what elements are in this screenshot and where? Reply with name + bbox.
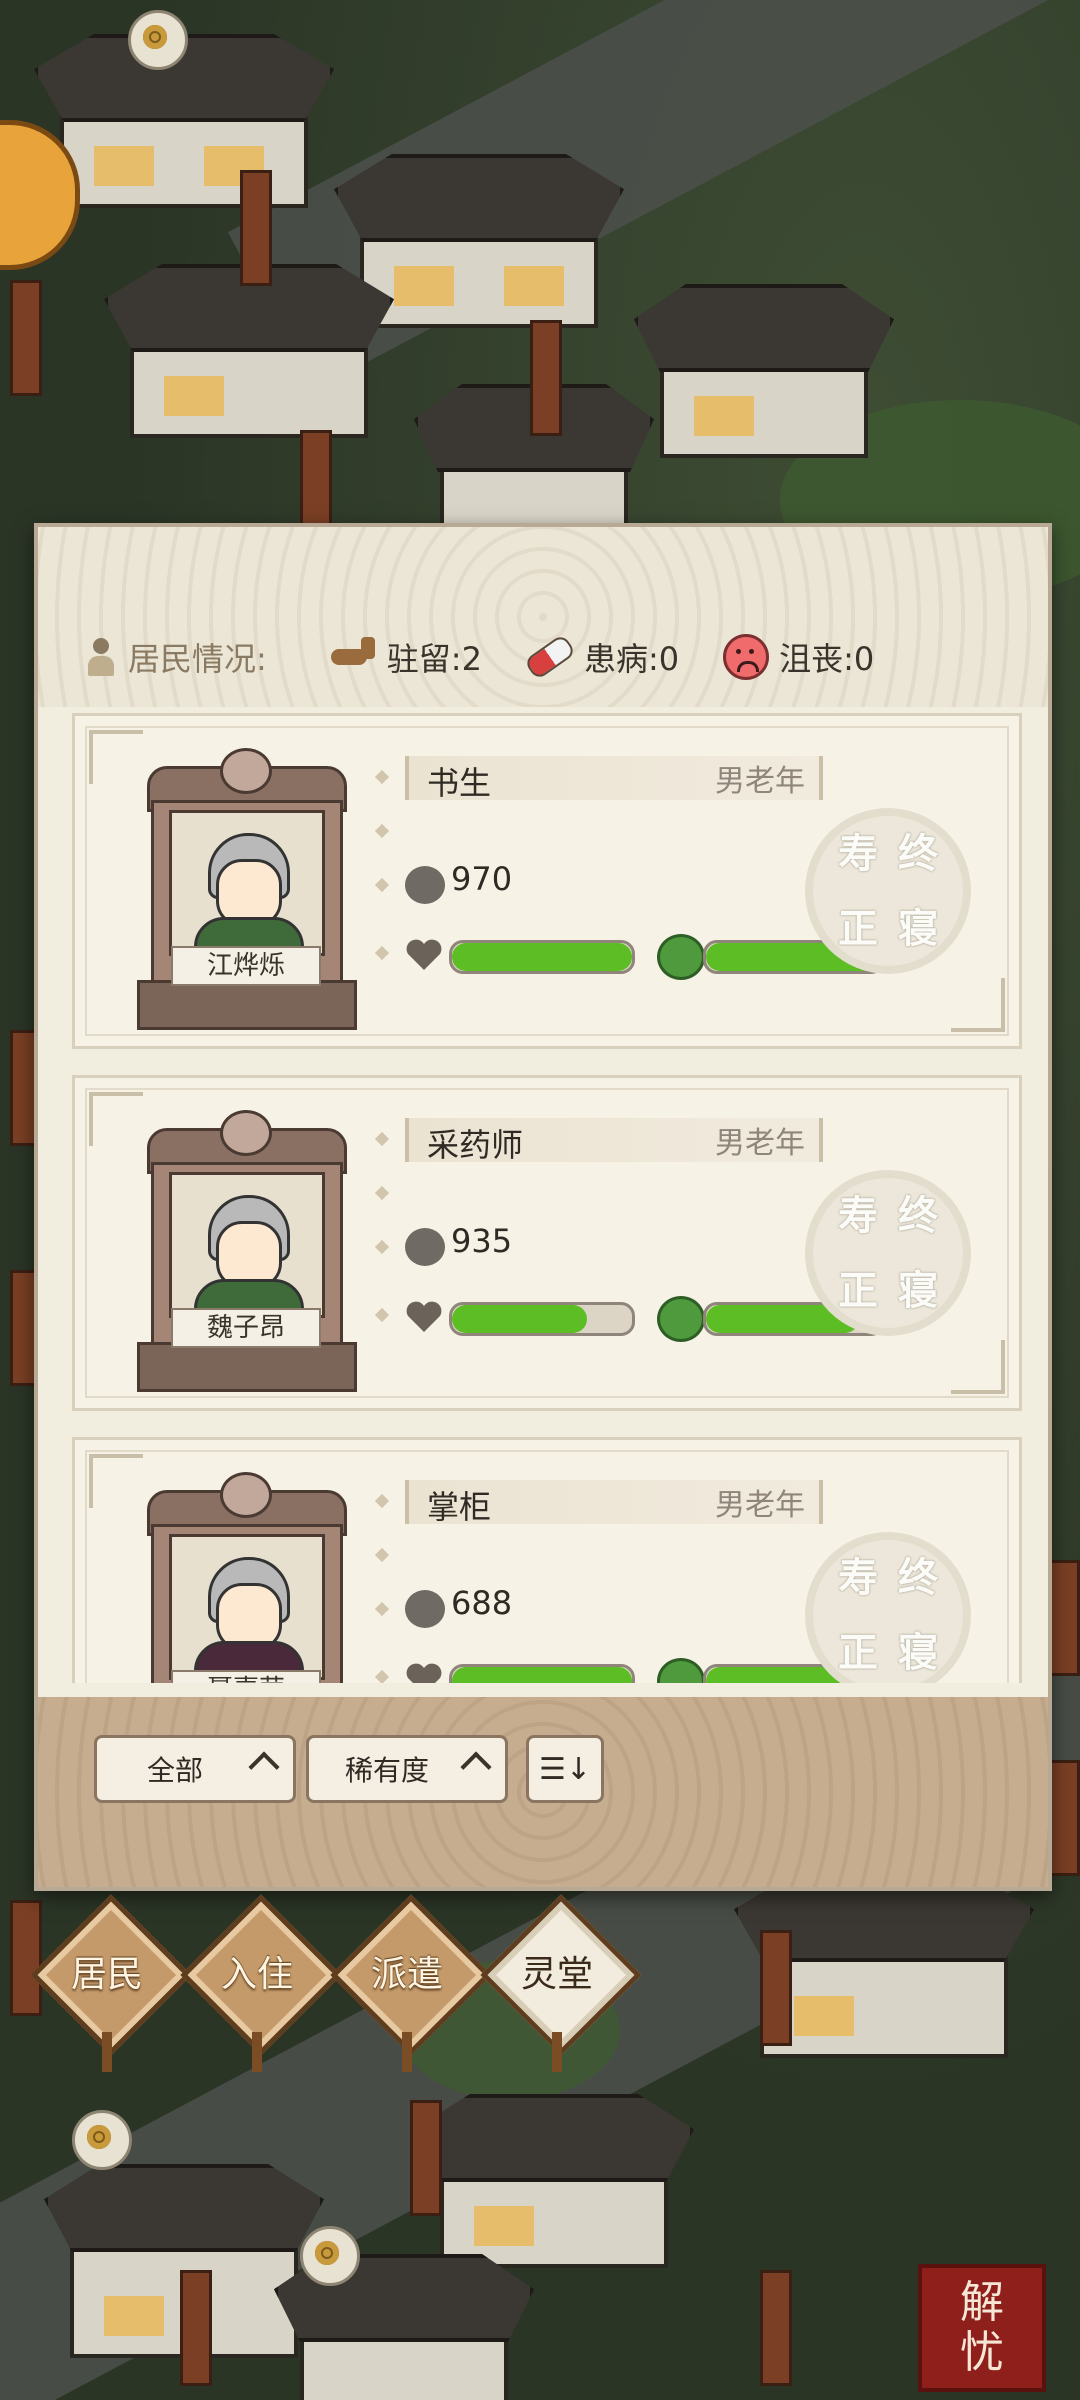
resident-card[interactable]: 魏子昂 采药师 男老年 935 寿终 正寝 [72,1075,1022,1411]
longevity-icon [405,1228,445,1266]
resident-age: 男老年 [715,1488,805,1523]
resident-score: 970 [451,860,513,898]
status-seal: 寿终 正寝 [813,1178,963,1328]
panel-header: 居民情况: 驻留:2 患病:0 沮丧:0 [38,527,1048,707]
jieyou-seal-button[interactable]: 解 忧 [918,2264,1046,2392]
resident-status-bar: 居民情况: 驻留:2 患病:0 沮丧:0 [88,627,1008,687]
nav-move-in[interactable]: 入住 [180,1894,342,2072]
nav-residents[interactable]: 居民 [30,1894,192,2072]
person-icon [88,638,114,676]
resident-name: 魏子昂 [171,1308,321,1348]
portrait-frame[interactable]: 江烨烁 [137,748,357,1030]
resident-age: 男老年 [715,1126,805,1161]
health-bar [449,1664,635,1683]
role-bar: 采药师 男老年 [405,1118,823,1164]
resident-age: 男老年 [715,764,805,799]
stationed-count: 驻留:2 [386,640,482,678]
filter-rarity-dropdown[interactable]: 稀有度 [306,1735,508,1803]
resident-score: 935 [451,1222,513,1260]
resident-role: 书生 [427,764,492,802]
resident-name: 聂嘉荣 [171,1670,321,1683]
resident-role: 掌柜 [427,1488,492,1526]
chevron-up-icon [248,1751,280,1783]
resident-role: 采药师 [427,1126,524,1164]
depressed-count: 沮丧:0 [779,640,875,678]
avatar [169,810,325,956]
mood-leaf-icon [657,1296,705,1342]
portrait-frame[interactable]: 魏子昂 [137,1110,357,1392]
resident-list[interactable]: 江烨烁 书生 男老年 970 寿终 正寝 魏子昂 采药师 男老年 935 寿 终… [54,713,1032,1683]
nav-memorial-hall[interactable]: 灵堂 [480,1894,642,2072]
chevron-up-icon [460,1751,492,1783]
sort-order-button[interactable]: ☰↓ [526,1735,604,1803]
sad-face-icon [723,634,770,680]
status-seal: 寿终 正寝 [813,1540,963,1683]
health-bar [449,940,635,974]
portrait-frame[interactable]: 聂嘉荣 [137,1472,351,1683]
status-label: 居民情况: [128,640,267,678]
horse-icon [327,637,377,677]
sort-icon: ☰↓ [538,1751,592,1787]
role-bar: 掌柜 男老年 [405,1480,823,1526]
resident-score: 688 [451,1584,513,1622]
avatar [169,1172,325,1318]
nav-dispatch[interactable]: 派遣 [330,1894,492,2072]
pill-icon [523,633,577,681]
mood-leaf-icon [657,934,705,980]
status-seal: 寿终 正寝 [813,816,963,966]
resident-card[interactable]: 江烨烁 书生 男老年 970 寿终 正寝 [72,713,1022,1049]
health-bar [449,1302,635,1336]
residents-panel: 居民情况: 驻留:2 患病:0 沮丧:0 江烨烁 书生 男老年 970 寿 终 … [34,523,1052,1891]
avatar [169,1534,325,1680]
longevity-icon [405,1590,445,1628]
sick-count: 患病:0 [583,640,680,678]
role-bar: 书生 男老年 [405,756,823,802]
resident-card[interactable]: 聂嘉荣 掌柜 男老年 688 寿终 正寝 [72,1437,1022,1683]
filter-all-dropdown[interactable]: 全部 [94,1735,296,1803]
longevity-icon [405,866,445,904]
resident-name: 江烨烁 [171,946,321,986]
filter-bar: 全部 稀有度 ☰↓ [38,1697,1048,1887]
